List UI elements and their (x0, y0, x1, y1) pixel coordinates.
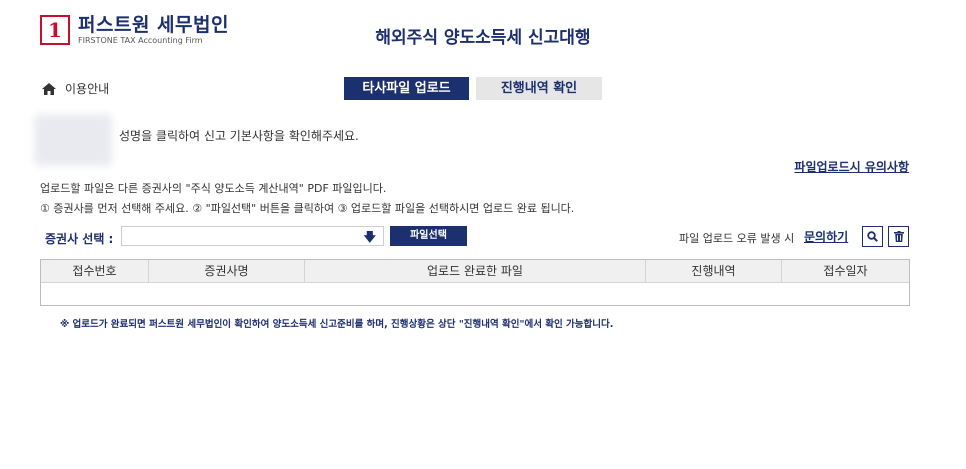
trash-icon (893, 231, 904, 242)
guide-label: 이용안내 (65, 82, 110, 96)
user-info-text: 성명을 클릭하여 신고 기본사항을 확인해주세요. (119, 129, 359, 143)
delete-button[interactable] (888, 226, 909, 247)
user-name-blurred[interactable] (34, 114, 112, 166)
tab-upload[interactable]: 타사파일 업로드 (344, 77, 469, 100)
broker-select[interactable]: 🡇 (121, 226, 384, 246)
arrow-down-icon: 🡇 (363, 230, 376, 244)
upload-table: 접수번호 증권사명 업로드 완료한 파일 진행내역 접수일자 (40, 259, 910, 306)
error-text: 파일 업로드 오류 발생 시 (679, 232, 795, 245)
column-header-broker: 증권사명 (149, 260, 305, 282)
home-icon (42, 82, 56, 95)
guide-link[interactable]: 이용안내 (42, 80, 109, 97)
file-select-button[interactable]: 파일선택 (390, 226, 467, 246)
upload-caution-link[interactable]: 파일업로드시 유의사항 (794, 158, 909, 175)
column-header-receipt-no: 접수번호 (41, 260, 149, 282)
inquiry-link[interactable]: 문의하기 (804, 228, 848, 245)
instruction-line-2: ① 증권사를 먼저 선택해 주세요. ② "파일선택" 버튼을 클릭하여 ③ 업… (40, 202, 575, 215)
table-header-row: 접수번호 증권사명 업로드 완료한 파일 진행내역 접수일자 (41, 260, 909, 283)
column-header-progress: 진행내역 (646, 260, 782, 282)
search-icon (867, 231, 878, 242)
column-header-receipt-date: 접수일자 (823, 264, 868, 278)
broker-select-label: 증권사 선택 : (45, 232, 114, 246)
page-title: 해외주식 양도소득세 신고대행 (375, 28, 591, 48)
footer-note: ※ 업로드가 완료되면 퍼스트원 세무법인이 확인하여 양도소득세 신고준비를 … (60, 319, 614, 330)
column-header-uploaded-file: 업로드 완료한 파일 (305, 260, 646, 282)
instruction-line-1: 업로드할 파일은 다른 증권사의 "주식 양도소득 계산내역" PDF 파일입니… (40, 182, 387, 195)
tab-progress[interactable]: 진행내역 확인 (476, 77, 602, 100)
search-button[interactable] (862, 226, 883, 247)
tab-bar: 타사파일 업로드 진행내역 확인 (344, 77, 602, 100)
